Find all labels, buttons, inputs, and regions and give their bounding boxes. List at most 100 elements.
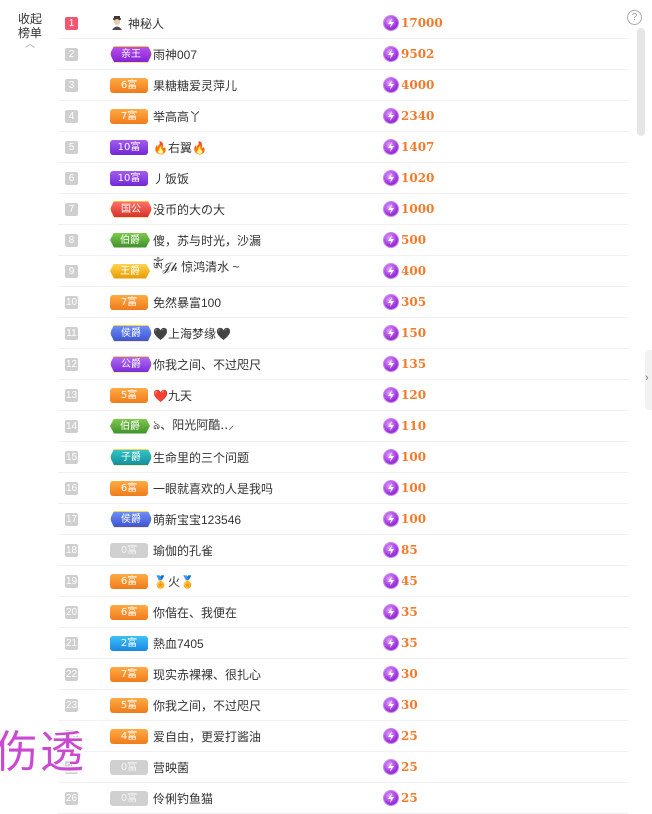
user-name[interactable]: 雨神007 — [153, 46, 197, 63]
user-name[interactable]: 🏅火🏅 — [153, 573, 195, 590]
list-item[interactable]: 9 王爵 ༀ𝒥𝒽 惊鸿清水 ~ 400 — [58, 256, 628, 287]
user-name[interactable]: 神秘人 — [128, 15, 164, 32]
contribution-score: 35 — [401, 605, 418, 619]
level-badge: 公爵 — [110, 355, 152, 373]
contribution-score: 135 — [401, 357, 427, 371]
user-name[interactable]: 一眼就喜欢的人是我吗 — [153, 480, 273, 497]
list-item[interactable]: 18 0富 瑜伽的孔雀 85 — [58, 535, 628, 566]
user-name[interactable]: 你我之间、不过咫尺 — [153, 356, 261, 373]
list-item[interactable]: 14 伯爵 ঌ、阳光阿酷‥⸝ 110 — [58, 411, 628, 442]
list-item[interactable]: 20 6富 你偕在、我便在 35 — [58, 597, 628, 628]
user-name[interactable]: 熱血7405 — [153, 635, 204, 652]
list-item[interactable]: 12 公爵 你我之间、不过咫尺 135 — [58, 349, 628, 380]
rank-number: 26 — [65, 791, 78, 805]
coin-icon — [384, 481, 398, 495]
contribution-score: 25 — [401, 729, 418, 743]
coin-icon — [384, 78, 398, 92]
user-name[interactable]: 现实赤裸裸、很扎心 — [153, 666, 261, 683]
coin-icon — [384, 16, 398, 30]
list-item[interactable]: 26 0富 伶俐钓鱼猫 25 — [58, 783, 628, 814]
contribution-score: 25 — [401, 760, 418, 774]
level-badge: 6富 — [110, 77, 148, 93]
coin-icon — [384, 605, 398, 619]
contribution-score: 30 — [401, 698, 418, 712]
level-badge: 10富 — [110, 139, 148, 155]
coin-icon — [384, 326, 398, 340]
contribution-score: 100 — [401, 481, 427, 495]
rank-number: 8 — [65, 233, 78, 247]
user-name[interactable]: 你我之间，不过咫尺 — [153, 697, 261, 714]
contribution-score: 1000 — [401, 202, 435, 216]
level-badge: 7富 — [110, 108, 148, 124]
contribution-score: 2340 — [401, 109, 435, 123]
user-name[interactable]: 丿饭饭 — [153, 170, 189, 187]
user-name[interactable]: 你偕在、我便在 — [153, 604, 237, 621]
coin-icon — [384, 729, 398, 743]
help-icon[interactable]: ? — [627, 10, 642, 25]
coin-icon — [384, 698, 398, 712]
list-item[interactable]: 1 神秘人 17000 — [58, 8, 628, 39]
contribution-score: 100 — [401, 512, 427, 526]
user-name[interactable]: 免然暴富100 — [153, 294, 221, 311]
list-item[interactable]: 10 7富 免然暴富100 305 — [58, 287, 628, 318]
scrollbar[interactable] — [637, 28, 645, 136]
coin-icon — [384, 47, 398, 61]
user-name[interactable]: 果糖糖爱灵萍儿 — [153, 77, 237, 94]
user-name[interactable]: 营映菌 — [153, 759, 189, 776]
user-name[interactable]: 爱自由，更爱打酱油 — [153, 728, 261, 745]
list-item[interactable]: 7 国公 没币的大の大 1000 — [58, 194, 628, 225]
list-item[interactable]: 24 4富 爱自由，更爱打酱油 25 — [58, 721, 628, 752]
collapse-ranking-button[interactable]: 收起 榜单 ︿ — [14, 12, 46, 52]
coin-icon — [384, 264, 398, 278]
contribution-score: 17000 — [401, 16, 443, 30]
user-name[interactable]: 🖤上海梦缘🖤 — [153, 325, 231, 342]
level-badge: 国公 — [110, 200, 152, 218]
list-item[interactable]: 8 伯爵 傻，苏与时光，沙漏 500 — [58, 225, 628, 256]
rank-number: 1 — [65, 16, 78, 30]
rank-number: 20 — [65, 605, 78, 619]
list-item[interactable]: 25 0富 营映菌 25 — [58, 752, 628, 783]
user-name[interactable]: 瑜伽的孔雀 — [153, 542, 213, 559]
coin-icon — [384, 109, 398, 123]
rank-number: 11 — [65, 326, 78, 340]
coin-icon — [384, 140, 398, 154]
level-badge: 6富 — [110, 480, 148, 496]
user-name[interactable]: ❤️九天 — [153, 387, 192, 404]
user-name[interactable]: ঌ、阳光阿酷‥⸝ — [153, 416, 234, 437]
contribution-score: 100 — [401, 450, 427, 464]
contribution-score: 150 — [401, 326, 427, 340]
level-badge: 6富 — [110, 573, 148, 589]
coin-icon — [384, 233, 398, 247]
rank-number: 10 — [65, 295, 78, 309]
user-name[interactable]: 傻，苏与时光，沙漏 — [153, 232, 261, 249]
list-item[interactable]: 3 6富 果糖糖爱灵萍儿 4000 — [58, 70, 628, 101]
list-item[interactable]: 23 5富 你我之间，不过咫尺 30 — [58, 690, 628, 721]
contribution-score: 25 — [401, 791, 418, 805]
list-item[interactable]: 11 侯爵 🖤上海梦缘🖤 150 — [58, 318, 628, 349]
user-name[interactable]: 🔥右翼🔥 — [153, 139, 207, 156]
rank-number: 25 — [65, 760, 78, 774]
list-item[interactable]: 13 5富 ❤️九天 120 — [58, 380, 628, 411]
rank-number: 23 — [65, 698, 78, 712]
list-item[interactable]: 5 10富 🔥右翼🔥 1407 — [58, 132, 628, 163]
user-name[interactable]: 举高高丫 — [153, 108, 201, 125]
user-name[interactable]: ༀ𝒥𝒽 惊鸿清水 ~ — [153, 254, 239, 288]
list-item[interactable]: 17 侯爵 萌新宝宝123546 100 — [58, 504, 628, 535]
list-item[interactable]: 15 子爵 生命里的三个问题 100 — [58, 442, 628, 473]
list-item[interactable]: 21 2富 熱血7405 35 — [58, 628, 628, 659]
user-name[interactable]: 生命里的三个问题 — [153, 449, 249, 466]
list-item[interactable]: 19 6富 🏅火🏅 45 — [58, 566, 628, 597]
user-name[interactable]: 没币的大の大 — [153, 201, 225, 218]
list-item[interactable]: 2 亲王 雨神007 9502 — [58, 39, 628, 70]
list-item[interactable]: 22 7富 现实赤裸裸、很扎心 30 — [58, 659, 628, 690]
list-item[interactable]: 4 7富 举高高丫 2340 — [58, 101, 628, 132]
chevron-right-icon[interactable]: › — [645, 372, 649, 384]
rank-number: 19 — [65, 574, 78, 588]
level-badge: 伯爵 — [110, 418, 150, 434]
user-name[interactable]: 萌新宝宝123546 — [153, 511, 241, 528]
user-name[interactable]: 伶俐钓鱼猫 — [153, 790, 213, 807]
list-item[interactable]: 16 6富 一眼就喜欢的人是我吗 100 — [58, 473, 628, 504]
list-item[interactable]: 6 10富 丿饭饭 1020 — [58, 163, 628, 194]
level-badge: 伯爵 — [110, 232, 150, 248]
collapse-label-line1: 收起 — [17, 12, 42, 26]
